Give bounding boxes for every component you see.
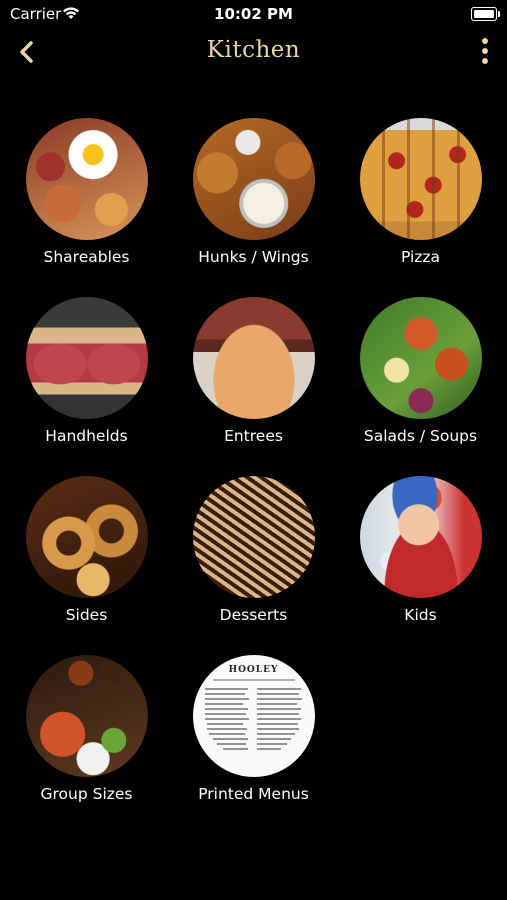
category-image xyxy=(359,297,482,419)
category-label: Shareables xyxy=(43,248,130,266)
menu-document-icon xyxy=(204,679,302,750)
status-time: 10:02 PM xyxy=(214,5,293,23)
category-entrees[interactable]: Entrees xyxy=(170,297,337,467)
category-handhelds[interactable]: Handhelds xyxy=(3,297,170,467)
category-label: Hunks / Wings xyxy=(198,248,309,266)
category-image: HOOLEY xyxy=(192,655,315,777)
nav-bar: Kitchen xyxy=(0,30,507,74)
category-sides[interactable]: Sides xyxy=(3,476,170,646)
category-label: Group Sizes xyxy=(40,785,133,803)
category-label: Pizza xyxy=(400,248,441,266)
category-label: Salads / Soups xyxy=(363,427,478,445)
category-hunks-wings[interactable]: Hunks / Wings xyxy=(170,118,337,288)
category-salads-soups[interactable]: Salads / Soups xyxy=(337,297,504,467)
category-image xyxy=(192,297,315,419)
category-label: Desserts xyxy=(219,606,288,624)
category-image xyxy=(25,297,148,419)
category-image xyxy=(192,118,315,240)
category-image xyxy=(25,476,148,598)
category-image xyxy=(359,118,482,240)
category-pizza[interactable]: Pizza xyxy=(337,118,504,288)
category-label: Kids xyxy=(404,606,437,624)
category-label: Handhelds xyxy=(45,427,128,445)
category-shareables[interactable]: Shareables xyxy=(3,118,170,288)
category-image xyxy=(192,476,315,598)
category-image xyxy=(359,476,482,598)
category-desserts[interactable]: Desserts xyxy=(170,476,337,646)
battery-icon xyxy=(471,7,500,21)
page-title: Kitchen xyxy=(206,37,301,63)
category-label: Sides xyxy=(65,606,108,624)
category-image xyxy=(25,118,148,240)
category-printed-menus[interactable]: HOOLEY Printed Menus xyxy=(170,655,337,825)
status-bar: Carrier 10:02 PM xyxy=(0,0,507,30)
category-label: Entrees xyxy=(224,427,283,445)
category-kids[interactable]: Kids xyxy=(337,476,504,646)
category-image xyxy=(25,655,148,777)
category-label: Printed Menus xyxy=(198,785,309,803)
more-vertical-icon[interactable] xyxy=(481,38,489,66)
category-group-sizes[interactable]: Group Sizes xyxy=(3,655,170,825)
